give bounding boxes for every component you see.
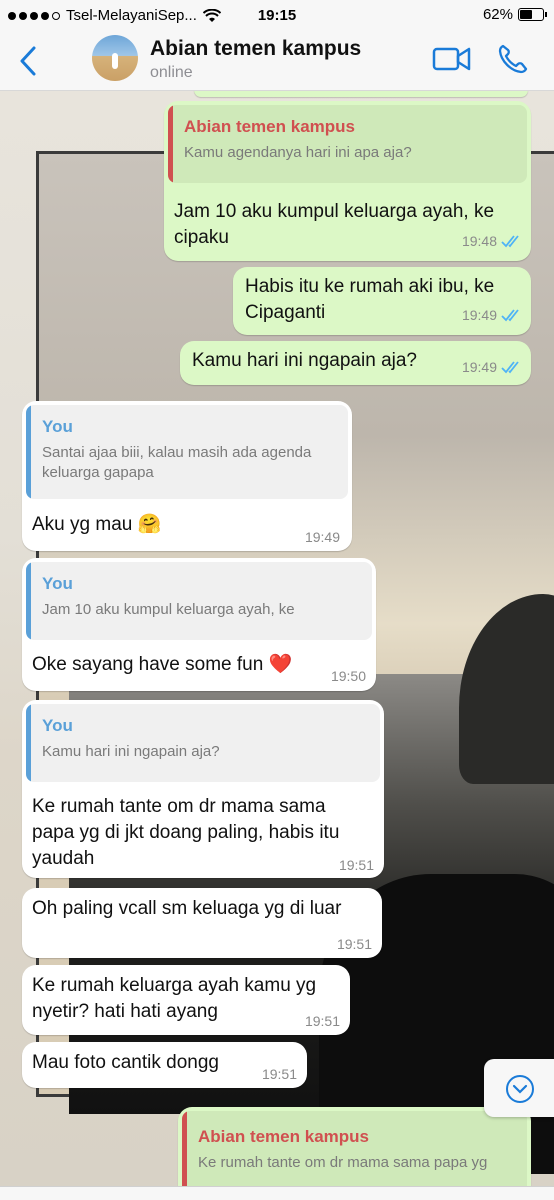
message-text: Kamu hari ini ngapain aja? xyxy=(192,350,417,371)
quote-author: Abian temen kampus xyxy=(198,1127,369,1146)
battery-percent: 62% xyxy=(482,6,513,23)
message-meta: 19:51 xyxy=(339,857,374,873)
message-bubble-incoming[interactable]: You Kamu hari ini ngapain aja? Ke rumah … xyxy=(22,700,384,878)
message-bubble-outgoing[interactable]: Abian temen kampus Kamu agendanya hari i… xyxy=(164,101,531,261)
chevron-left-icon[interactable] xyxy=(14,44,44,78)
contact-status: online xyxy=(150,64,193,81)
message-time: 19:48 xyxy=(461,233,497,249)
message-time: 19:51 xyxy=(336,936,372,952)
message-bubble-incoming[interactable]: Mau foto cantik dongg 19:51 xyxy=(22,1042,307,1088)
message-meta: 19:49 xyxy=(462,359,523,375)
contact-name[interactable]: Abian temen kampus xyxy=(150,37,361,61)
message-text: Oh paling vcall sm keluaga yg di luar xyxy=(32,898,342,919)
quote-author: You xyxy=(42,574,73,593)
message-bubble-incoming[interactable]: You Jam 10 aku kumpul keluarga ayah, ke … xyxy=(22,558,376,691)
video-call-icon[interactable] xyxy=(432,44,472,74)
message-time: 19:51 xyxy=(304,1013,340,1029)
quoted-message[interactable]: You Santai ajaa biii, kalau masih ada ag… xyxy=(26,405,348,499)
message-bubble-incoming[interactable]: Oh paling vcall sm keluaga yg di luar 19… xyxy=(22,888,382,958)
quoted-message[interactable]: You Kamu hari ini ngapain aja? xyxy=(26,704,380,782)
chat-area[interactable]: Abian temen kampus Kamu agendanya hari i… xyxy=(0,91,554,1199)
quote-author: Abian temen kampus xyxy=(184,117,355,136)
message-time: 19:50 xyxy=(330,668,366,684)
quote-text: Ke rumah tante om dr mama sama papa yg xyxy=(198,1154,488,1171)
phone-icon[interactable] xyxy=(497,43,529,75)
chat-header: Abian temen kampus online xyxy=(0,32,554,91)
input-bar[interactable] xyxy=(0,1186,554,1200)
message-time: 19:49 xyxy=(461,307,497,323)
read-ticks-icon xyxy=(501,309,519,322)
message-bubble-outgoing[interactable]: Habis itu ke rumah aki ibu, ke Cipaganti… xyxy=(233,267,531,335)
message-bubble-outgoing[interactable]: Kamu hari ini ngapain aja? 19:49 xyxy=(180,341,531,385)
quote-author: You xyxy=(42,417,73,436)
message-text: Mau foto cantik dongg xyxy=(32,1052,219,1073)
message-time: 19:49 xyxy=(461,359,497,375)
message-time: 19:51 xyxy=(338,857,374,873)
message-meta: 19:48 xyxy=(462,233,523,249)
status-bar: Tsel-MelayaniSep... 19:15 62% xyxy=(0,0,554,32)
message-meta: 19:50 xyxy=(331,668,366,684)
quoted-message[interactable]: You Jam 10 aku kumpul keluarga ayah, ke xyxy=(26,562,372,640)
quoted-message[interactable]: Abian temen kampus Kamu agendanya hari i… xyxy=(168,105,527,183)
message-bubble-partial xyxy=(194,91,528,97)
message-bubble-incoming[interactable]: Ke rumah keluarga ayah kamu yg nyetir? h… xyxy=(22,965,350,1035)
avatar[interactable] xyxy=(92,35,138,81)
read-ticks-icon xyxy=(501,235,519,248)
message-meta: 19:51 xyxy=(337,936,372,952)
message-meta: 19:49 xyxy=(305,529,340,545)
quote-text: Kamu hari ini ngapain aja? xyxy=(42,743,220,760)
battery-group: 62% xyxy=(482,6,547,23)
quote-author: You xyxy=(42,716,73,735)
message-time: 19:49 xyxy=(304,529,340,545)
message-text: Oke sayang have some fun ❤️ xyxy=(32,654,293,675)
quote-text: Jam 10 aku kumpul keluarga ayah, ke xyxy=(42,601,295,618)
quote-text: Santai ajaa biii, kalau masih ada agenda… xyxy=(42,444,312,481)
message-bubble-incoming[interactable]: You Santai ajaa biii, kalau masih ada ag… xyxy=(22,401,352,551)
scroll-to-bottom-button[interactable] xyxy=(484,1059,554,1117)
message-text: Ke rumah keluarga ayah kamu yg nyetir? h… xyxy=(32,975,317,1022)
message-meta: 19:51 xyxy=(305,1013,340,1029)
battery-icon xyxy=(518,8,547,21)
read-ticks-icon xyxy=(501,361,519,374)
message-text: Aku yg mau 🤗 xyxy=(32,514,162,535)
message-meta: 19:49 xyxy=(462,307,523,323)
quote-text: Kamu agendanya hari ini apa aja? xyxy=(184,144,412,161)
message-time: 19:51 xyxy=(261,1066,297,1082)
clock: 19:15 xyxy=(257,7,297,24)
message-meta: 19:51 xyxy=(262,1066,297,1082)
message-text: Ke rumah tante om dr mama sama papa yg d… xyxy=(32,796,340,869)
chevron-down-icon xyxy=(506,1075,534,1103)
